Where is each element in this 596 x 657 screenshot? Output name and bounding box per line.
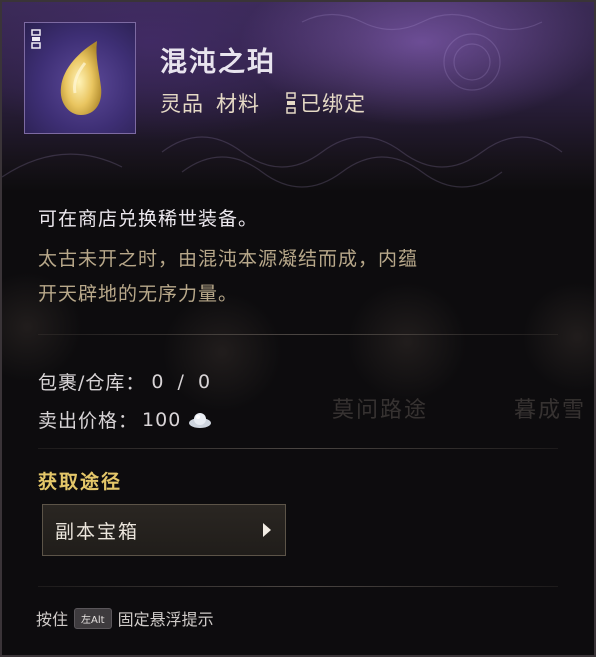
bind-status: 已绑定 — [286, 88, 366, 118]
bound-icon — [286, 92, 296, 114]
item-lore: 太古未开之时，由混沌本源凝结而成，内蕴 开天辟地的无序力量。 — [38, 242, 558, 312]
alt-key-badge: 左Alt — [74, 607, 112, 629]
inventory-count: 包裹/仓库： 0 / 0 — [38, 368, 558, 395]
source-label: 副本宝箱 — [55, 520, 140, 543]
footer-prefix: 按住 — [36, 610, 69, 629]
sell-price-label: 卖出价格： — [38, 410, 139, 432]
footer-hint: 按住 左Alt 固定悬浮提示 — [36, 606, 214, 630]
item-category: 材料 — [216, 92, 260, 116]
divider — [38, 448, 558, 449]
lore-line: 太古未开之时，由混沌本源凝结而成，内蕴 — [38, 248, 419, 270]
lore-line: 开天辟地的无序力量。 — [38, 283, 239, 305]
inventory-value: 0 / 0 — [151, 370, 215, 393]
silver-ingot-icon — [189, 412, 212, 428]
item-icon-frame — [24, 22, 136, 134]
sell-price: 卖出价格： 100 — [38, 406, 558, 433]
sell-price-value: 100 — [142, 408, 182, 431]
amber-drop-icon — [60, 41, 102, 115]
acquire-title: 获取途径 — [38, 471, 123, 493]
inventory-label: 包裹/仓库： — [38, 372, 146, 394]
item-tooltip: 莫问路途 暮成雪 混沌之珀 灵品 材料 已绑定 可在商店兑换稀世装备。 太古未开… — [0, 0, 596, 657]
item-meta: 灵品 材料 已绑定 — [160, 88, 366, 118]
footer-suffix: 固定悬浮提示 — [117, 610, 214, 629]
item-usage: 可在商店兑换稀世装备。 — [38, 208, 259, 230]
source-button[interactable]: 副本宝箱 — [42, 504, 286, 556]
item-quality: 灵品 — [160, 92, 204, 116]
bind-status-label: 已绑定 — [300, 92, 366, 116]
divider — [38, 334, 558, 335]
item-name: 混沌之珀 — [160, 47, 276, 78]
chevron-right-icon — [263, 523, 271, 537]
divider — [38, 586, 558, 587]
